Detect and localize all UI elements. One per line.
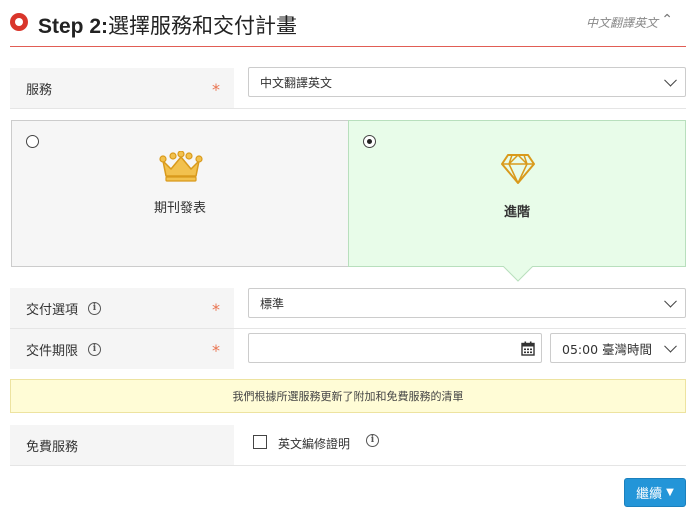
update-notice-text: 我們根據所選服務更新了附加和免費服務的清單 [232,390,464,403]
chevron-down-icon [664,339,677,353]
delivery-label: 交付選項 i [10,288,234,328]
diamond-icon [501,154,535,184]
deadline-required-mark: * [212,341,220,360]
certificate-option-label[interactable]: 英文編修證明 [278,435,350,452]
step-indicator-icon [10,13,28,31]
step-title: Step 2:選擇服務和交付計畫 [38,10,297,40]
info-icon[interactable]: i [366,434,379,447]
header-divider [10,46,686,47]
collapse-chevron-icon[interactable]: ⌃ [661,12,673,28]
step-number: Step 2: [38,15,109,38]
free-services-label-text: 免費服務 [26,439,79,455]
service-select[interactable]: 中文翻譯英文 [248,67,686,97]
info-icon[interactable]: i [88,301,102,315]
plan-radio-journal[interactable] [26,135,39,148]
plan-card-advanced[interactable]: 進階 [348,120,686,267]
service-required-mark: * [212,80,220,99]
plan-radio-advanced[interactable] [363,135,376,148]
info-icon[interactable]: i [88,342,102,356]
plan-name-advanced: 進階 [503,205,530,220]
plan-name-journal: 期刊發表 [153,201,206,216]
service-label-text: 服務 [26,82,53,98]
continue-button[interactable]: 繼續 ▼ [624,478,686,507]
service-select-value: 中文翻譯英文 [260,75,333,90]
delivery-select[interactable]: 標準 [248,288,686,318]
crown-icon [159,151,203,182]
update-notice: 我們根據所選服務更新了附加和免費服務的清單 [10,379,686,413]
chevron-down-icon [664,294,677,308]
free-services-label: 免費服務 [10,425,234,465]
step-summary: 中文翻譯英文 [585,16,658,30]
delivery-label-text: 交付選項 [26,302,79,318]
row-divider [10,108,686,109]
caret-down-icon: ▼ [666,487,674,498]
calendar-icon[interactable] [521,341,535,356]
deadline-label: 交件期限 i [10,329,234,369]
chevron-down-icon [664,73,677,87]
selection-pointer [503,266,533,282]
step-title-text: 選擇服務和交付計畫 [108,14,298,38]
continue-button-label: 繼續 [636,487,663,502]
deadline-date-input[interactable] [248,333,542,363]
service-label: 服務 [10,68,234,108]
delivery-required-mark: * [212,300,220,319]
delivery-select-value: 標準 [260,296,285,311]
certificate-checkbox[interactable] [253,435,267,449]
deadline-time-value: 05:00 臺灣時間 [562,341,652,357]
row-divider [10,465,686,466]
plan-card-journal[interactable]: 期刊發表 [11,120,349,267]
deadline-label-text: 交件期限 [26,343,79,359]
deadline-time-select[interactable]: 05:00 臺灣時間 [550,333,686,363]
